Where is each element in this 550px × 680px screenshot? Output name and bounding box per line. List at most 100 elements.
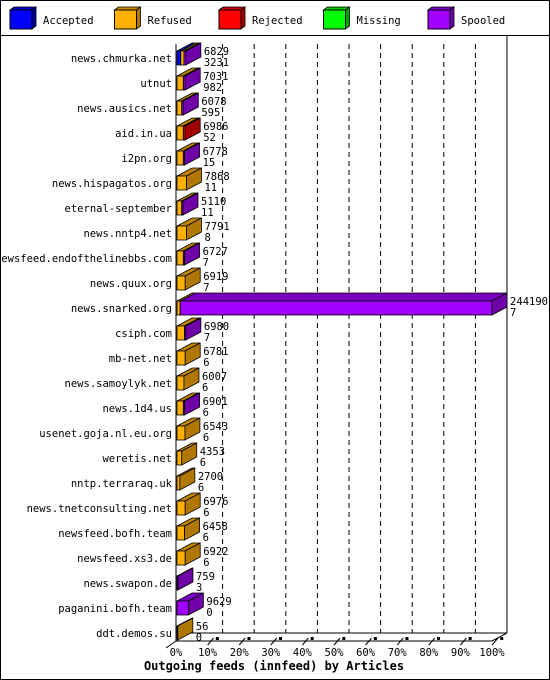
legend-swatch-side-rejected [240,6,246,30]
x-tick-mark [405,637,409,640]
row-label: csiph.com [115,328,172,340]
row-label: mb-net.net [109,353,172,365]
value-label-bottom: 7 [203,282,209,294]
value-label-bottom: 0 [206,607,212,619]
x-tick-mark [437,637,441,640]
legend-swatch-refused [114,9,137,30]
innfeed-chart: Accepted Refused Rejected Missing Spooled 0%… [0,0,550,680]
value-label-bottom: 595 [201,107,220,119]
x-tick-label: 40% [293,647,313,659]
x-tick-label: 60% [356,647,376,659]
row-label: newsfeed.endofthelinebbs.com [0,253,172,265]
value-label-bottom: 7 [204,332,210,344]
value-label-bottom: 3231 [204,57,229,69]
chart-title: Outgoing feeds (innfeed) by Articles [144,659,404,673]
bar-segment-refused [176,425,186,441]
row-label: news.nntp4.net [83,228,172,240]
value-label-bottom: 6 [203,532,209,544]
row-label: newsfeed.bofh.team [58,528,172,540]
bar-segment-refused [176,175,187,191]
value-label-bottom: 982 [203,82,222,94]
bar-segment-refused [176,450,183,466]
x-tick-label: 20% [230,647,250,659]
x-tick-mark [373,637,377,640]
bar-segment-spooled [179,300,493,316]
x-tick-label: 70% [388,647,408,659]
row-label: utnut [140,78,172,90]
bar-segment-refused [176,500,186,516]
x-tick-label: 80% [419,647,439,659]
value-label-bottom: 6 [202,382,208,394]
x-tick-label: 100% [479,647,505,659]
bar-segment-refused [176,325,185,341]
x-tick-mark [247,637,251,640]
row-label: news.quux.org [90,278,172,290]
legend-swatch-side-accepted [31,6,37,30]
bar-segment-spooled [176,600,189,616]
value-label-bottom: 6 [200,457,206,469]
legend-swatch-spooled [427,9,451,30]
value-label-bottom: 6 [203,507,209,519]
value-label-bottom: 6 [203,557,209,569]
value-label-bottom: 6 [203,407,209,419]
row-label: news.chmurka.net [71,53,172,65]
value-label-bottom: 6 [198,482,204,494]
row-label: ddt.demos.su [96,628,172,640]
row-label: newsfeed.xs3.de [77,553,172,565]
bar-segment-refused [176,400,184,416]
row-label: paganini.bofh.team [58,603,172,615]
bar-segment-refused [176,225,187,241]
legend-swatch-side-refused [136,6,141,30]
x-tick-label: 30% [261,647,281,659]
row-label: i2pn.org [121,153,172,165]
x-tick-mark [468,637,472,640]
value-label-bottom: 0 [196,632,202,644]
legend-swatch-missing [323,9,346,30]
legend-swatch-side-spooled [449,6,455,30]
x-tick-label: 10% [198,647,218,659]
value-label-bottom: 11 [201,207,214,219]
bar-segment-top-spooled [179,292,508,302]
legend-swatch-side-missing [345,6,350,30]
x-tick-mark [215,637,219,640]
value-label-bottom: 6 [203,432,209,444]
value-label-bottom: 15 [203,157,216,169]
x-tick-mark [279,637,283,640]
row-label: aid.in.ua [115,128,172,140]
bar-segment-refused [176,200,183,216]
value-label-bottom: 3 [196,582,202,594]
x-tick-mark [310,637,314,640]
bar-segment-refused [180,50,185,66]
value-label-bottom: 7 [510,307,516,319]
x-tick-label: 50% [325,647,345,659]
row-label: news.1d4.us [102,403,172,415]
legend-label-refused: Refused [148,15,192,27]
legend-swatch-rejected [218,9,242,30]
bar-segment-refused [176,375,185,391]
bar-segment-refused [176,150,184,166]
legend-label-rejected: Rejected [252,15,303,27]
legend-label-spooled: Spooled [461,15,505,27]
x-tick-label: 0% [170,647,183,659]
row-label: usenet.goja.nl.eu.org [39,428,172,440]
bar-segment-refused [176,525,185,541]
row-label: nntp.terraraq.uk [71,478,173,490]
row-label: eternal-september [65,203,172,215]
bar-segment-refused [176,275,186,291]
row-label: news.snarked.org [71,303,172,315]
row-label: news.swapon.de [83,578,172,590]
x-tick-mark [342,637,346,640]
value-label-bottom: 52 [203,132,216,144]
row-label: weretis.net [102,453,172,465]
legend-label-missing: Missing [357,15,401,27]
bar-segment-refused [176,250,184,266]
bar-segment-refused [176,125,184,141]
legend-swatch-accepted [9,9,33,30]
legend-label-accepted: Accepted [43,15,94,27]
value-label-bottom: 7 [203,257,209,269]
value-label-bottom: 6 [203,357,209,369]
bar-segment-refused [176,550,186,566]
value-label-bottom: 8 [204,232,210,244]
value-label-bottom: 11 [204,182,217,194]
row-label: news.samoylyk.net [65,378,172,390]
